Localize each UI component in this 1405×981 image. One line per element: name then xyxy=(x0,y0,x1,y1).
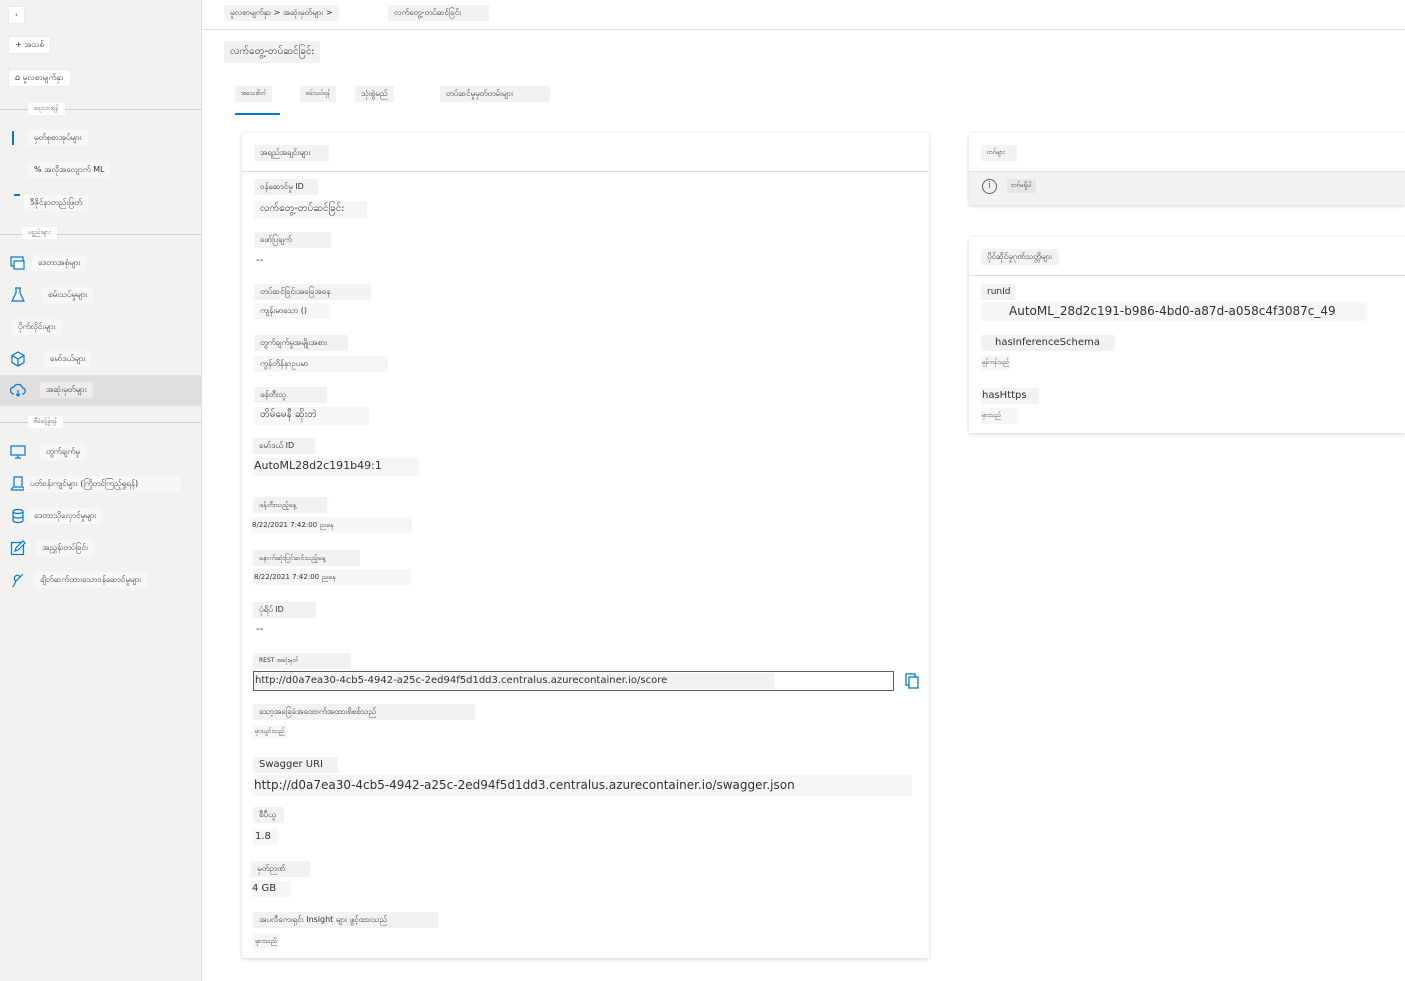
breadcrumb-current: လက်တွေ့-တပ်ဆင်ခြင်း xyxy=(388,5,489,21)
created-by-value: တိမ်မေနီ ဆိုးတဲ xyxy=(254,407,369,425)
image-id-label: ပုံရိပ် ID xyxy=(253,602,316,618)
swagger-uri-value[interactable]: http://d0a7ea30-4cb5-4942-a25c-2ed94f5d1… xyxy=(253,775,912,796)
sidebar-item-label: မော်ဒယ်များ xyxy=(44,351,92,367)
updated-on-value: 8/22/2021 7:42:00 ညနေ xyxy=(253,569,411,585)
link-icon xyxy=(10,572,26,588)
tab-details[interactable]: အသေးစိတ် xyxy=(235,86,273,102)
sidebar-item-experiments[interactable]: စမ်းသပ်မှုများ xyxy=(0,280,202,310)
key-auth-value: မှားယွင်းသည် xyxy=(253,725,287,739)
sidebar-item-designer[interactable]: ဒီဇိုင်နာတည်းဖြတ် xyxy=(0,188,202,218)
left-navigation: ‹ + အသစ် ⌂ မူလစာမျက်နှာ ရေးသားရန် မှတ်စု… xyxy=(0,0,202,981)
rest-endpoint-field[interactable]: http://d0a7ea30-4cb5-4942-a25c-2ed94f5d1… xyxy=(253,671,894,691)
sidebar-item-pipelines[interactable]: ပိုက်လိုင်းများ xyxy=(0,312,202,342)
sidebar-item-label: ချိတ်ဆက်ထားသောဝန်ဆောင်မှုများ xyxy=(34,572,148,588)
sidebar-item-label: ပိုက်လိုင်းများ xyxy=(12,319,62,335)
sidebar-item-label: တွက်ချက်မှု xyxy=(40,444,86,460)
tags-card xyxy=(969,133,1405,205)
home-button[interactable]: ⌂ မူလစာမျက်နှာ xyxy=(8,69,71,87)
sidebar-item-compute[interactable]: တွက်ချက်မှု xyxy=(0,437,202,467)
attributes-header: အရည်အချင်းများ xyxy=(254,145,329,161)
service-id-value: လက်တွေ့-တပ်ဆင်ခြင်း xyxy=(254,201,367,219)
has-inference-schema-label: hasInferenceSchema xyxy=(981,335,1115,351)
dataset-icon xyxy=(10,255,26,271)
description-label: ဖော်ပြချက် xyxy=(254,232,331,248)
monitor-icon xyxy=(10,444,26,460)
updated-on-label: နောက်ဆုံးပြင်ဆင်သည့်နေ့ xyxy=(253,550,360,566)
has-https-label: hasHttps xyxy=(981,388,1039,404)
divider xyxy=(969,275,1405,276)
sidebar-item-label: စမ်းသပ်မှုများ xyxy=(42,287,94,303)
compute-type-label: တွက်ချက်မှုအမျိုးအစား xyxy=(254,335,348,351)
sidebar-item-labeling[interactable]: အညွှန်းတပ်ခြင်း xyxy=(0,533,202,563)
created-on-value: 8/22/2021 7:42:00 ညနေ xyxy=(251,517,412,533)
section-assets-label: ပစ္စည်းများ xyxy=(22,227,57,239)
deployment-state-value: ကျန်းမာသော () xyxy=(254,303,330,319)
tags-header: တဂ်များ xyxy=(981,145,1017,161)
service-id-label: ဝန်ဆောင်မှု ID xyxy=(254,179,318,195)
designer-icon xyxy=(14,194,20,196)
sidebar-item-automl[interactable]: % အလိုအလျောက် ML xyxy=(0,155,202,185)
sidebar-item-label: အဆုံးမှတ်များ xyxy=(40,382,93,398)
info-icon: i xyxy=(982,179,997,194)
sidebar-item-label: % အလိုအလျောက် ML xyxy=(28,162,111,178)
sidebar-item-linked-services[interactable]: ချိတ်ဆက်ထားသောဝန်ဆောင်မှုများ xyxy=(0,565,202,595)
compute-type-value: ကွန်တိန်နာဥပမာ xyxy=(254,356,388,372)
sidebar-item-label: အညွှန်းတပ်ခြင်း xyxy=(36,540,94,556)
model-id-value: AutoML28d2c191b49:1 xyxy=(253,458,419,476)
model-id-label: မော်ဒယ် ID xyxy=(253,438,315,454)
app-insights-label: အပလီကေးရှင်း Insight များ ဖွင့်ထားသည် xyxy=(253,912,438,928)
image-id-value: -- xyxy=(256,624,264,635)
sidebar-item-endpoints[interactable]: အဆုံးမှတ်များ xyxy=(0,375,202,406)
sidebar-item-label: ဒီဇိုင်နာတည်းဖြတ် xyxy=(24,195,89,211)
sidebar-item-environments[interactable]: ပတ်ဝန်းကျင်များ (ကြိုတင်ကြည့်ရှုရန်) xyxy=(0,469,202,499)
sidebar-item-notebooks[interactable]: မှတ်စုစာအုပ်များ xyxy=(0,123,202,153)
key-auth-label: သော့အခြေခံအထောက်အထားစိစစ်သည် xyxy=(253,704,475,720)
created-on-label: ဖန်တီးသည့်နေ့ xyxy=(253,497,327,513)
deployment-state-label: တပ်ဆင်ခြင်းအခြေအနေ xyxy=(254,284,371,300)
memory-value: 4 GB xyxy=(251,881,291,897)
created-by-label: ဖန်တီးသူ xyxy=(254,387,327,403)
app-insights-value: မှားသည် xyxy=(253,933,280,949)
sidebar-item-datasets[interactable]: ဒေတာအစုံများ xyxy=(0,248,202,278)
cpu-label: စီပီယူ xyxy=(253,807,284,823)
breadcrumb-path[interactable]: မူလစာမျက်နှာ > အဆုံးမှတ်များ > xyxy=(224,5,339,21)
tab-active-indicator xyxy=(235,113,280,115)
description-value: -- xyxy=(256,255,264,266)
attributes-card xyxy=(242,133,929,958)
rest-endpoint-label: REST အဆုံးမှတ် xyxy=(253,653,351,669)
copy-icon[interactable] xyxy=(903,672,921,690)
properties-header: ပိုင်ဆိုင်မှုဂုဏ်သတ္တိများ xyxy=(981,249,1059,265)
flask-icon xyxy=(10,287,26,303)
swagger-uri-label: Swagger URI xyxy=(253,757,338,773)
sidebar-item-label: ဒေတာသိုလှောင်မှုများ xyxy=(28,508,103,524)
rest-endpoint-value: http://d0a7ea30-4cb5-4942-a25c-2ed94f5d1… xyxy=(254,673,774,689)
sidebar-item-models[interactable]: မော်ဒယ်များ xyxy=(0,344,202,374)
notebook-icon xyxy=(12,131,14,145)
has-inference-schema-value: မှန်ကန်သည် xyxy=(981,356,1011,370)
tab-deployment-logs[interactable]: တပ်ဆင်မှုမှတ်တမ်းများ xyxy=(440,86,550,102)
memory-label: မှတ်ဉာဏ် xyxy=(251,861,310,877)
breadcrumb: မူလစာမျက်နှာ > အဆုံးမှတ်များ > လက်တွေ့-တ… xyxy=(202,0,1405,30)
runid-value: AutoML_28d2c191-b986-4bd0-a87d-a058c4f30… xyxy=(981,302,1366,321)
has-https-value: မှားသည် xyxy=(981,408,1018,424)
sidebar-item-datastores[interactable]: ဒေတာသိုလှောင်မှုများ xyxy=(0,501,202,531)
section-author-label: ရေးသားရန် xyxy=(28,103,65,115)
tab-consume[interactable]: သုံးစွဲမည် xyxy=(355,86,394,102)
database-icon xyxy=(10,508,26,524)
divider xyxy=(242,171,929,172)
runid-label: runId xyxy=(981,284,1015,300)
tab-test[interactable]: စမ်းသပ်ရန် xyxy=(300,86,337,102)
sidebar-item-label: ပတ်ဝန်းကျင်များ (ကြိုတင်ကြည့်ရှုရန်) xyxy=(24,476,181,492)
endpoint-cloud-icon xyxy=(9,382,26,398)
page-title: လက်တွေ့-တပ်ဆင်ခြင်း xyxy=(224,41,320,63)
sidebar-item-label: ဒေတာအစုံများ xyxy=(32,255,87,271)
section-manage-label: စီမံခန့်ခွဲရန် xyxy=(28,416,64,428)
cube-icon xyxy=(10,351,26,367)
tags-empty-message: တဂ်မရှိပါ xyxy=(1007,179,1036,193)
collapse-nav-button[interactable]: ‹ xyxy=(8,6,25,24)
sidebar-item-label: မှတ်စုစာအုပ်များ xyxy=(28,130,88,146)
new-button[interactable]: + အသစ် xyxy=(8,36,51,54)
edit-icon xyxy=(10,540,26,556)
cpu-value: 1.8 xyxy=(253,829,278,845)
